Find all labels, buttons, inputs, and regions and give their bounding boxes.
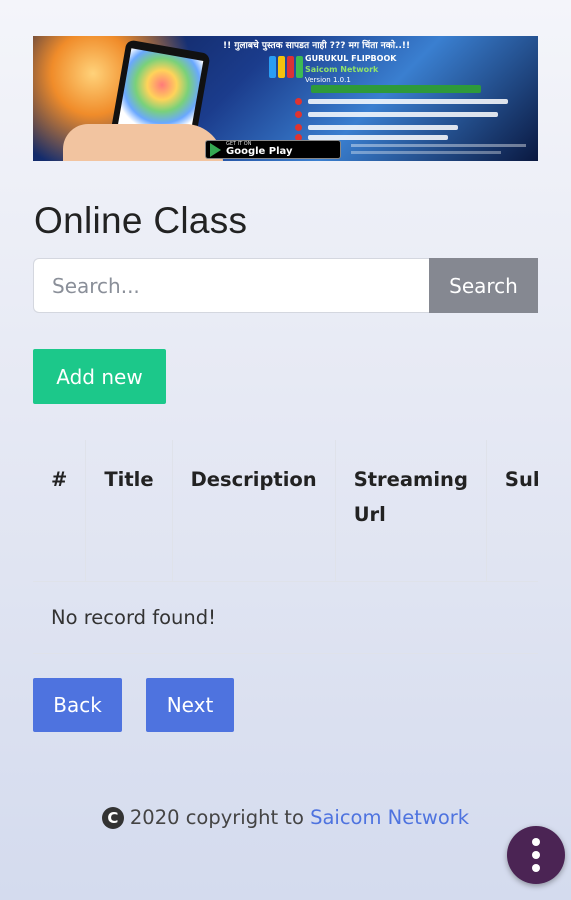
next-button[interactable]: Next [146,678,234,732]
page-title: Online Class [34,200,248,241]
class-table-container[interactable]: # Title Description Streaming Url Sub No… [33,440,538,654]
column-header-subject: Sub [485,440,538,582]
table-row: No record found! [33,581,538,654]
column-header-title: Title [85,440,173,582]
table-header-row: # Title Description Streaming Url Sub [33,440,538,582]
banner-bullet [295,122,458,132]
play-store-icon [210,142,221,157]
banner-hand-image [63,124,223,161]
search-button[interactable]: Search [429,258,538,313]
add-new-button[interactable]: Add new [33,349,166,404]
copyright-icon: C [101,807,124,829]
banner-fine-print [351,144,526,147]
promo-banner[interactable]: !! गुलाबचे पुस्तक सापडत नाही ??? मग चिंत… [33,36,538,161]
search-input[interactable] [33,258,429,313]
column-header-index: # [33,440,86,582]
footer-text: 2020 copyright to [129,806,311,829]
empty-message: No record found! [33,581,538,654]
banner-headline: !! गुलाबचे पुस्तक सापडत नाही ??? मग चिंत… [223,41,411,51]
footer-link[interactable]: Saicom Network [310,806,469,829]
banner-subtitle: Saicom Network [305,65,379,74]
banner-books-icon [269,56,303,78]
column-header-streaming-url: Streaming Url [334,440,487,582]
banner-version: Version 1.0.1 [305,76,351,84]
banner-strip [311,85,481,93]
banner-bullet [295,96,508,106]
banner-fine-print [351,151,501,154]
banner-title: GURUKUL FLIPBOOK [305,54,397,63]
footer: C 2020 copyright to Saicom Network [0,806,571,829]
search-bar: Search [33,258,538,313]
banner-bullet [295,109,498,119]
class-table: # Title Description Streaming Url Sub No… [33,440,538,654]
column-header-description: Description [171,440,336,582]
more-vertical-icon[interactable] [507,826,565,884]
badge-big-text: Google Play [226,146,293,157]
google-play-badge[interactable]: GET IT ON Google Play [205,140,341,159]
back-button[interactable]: Back [33,678,122,732]
